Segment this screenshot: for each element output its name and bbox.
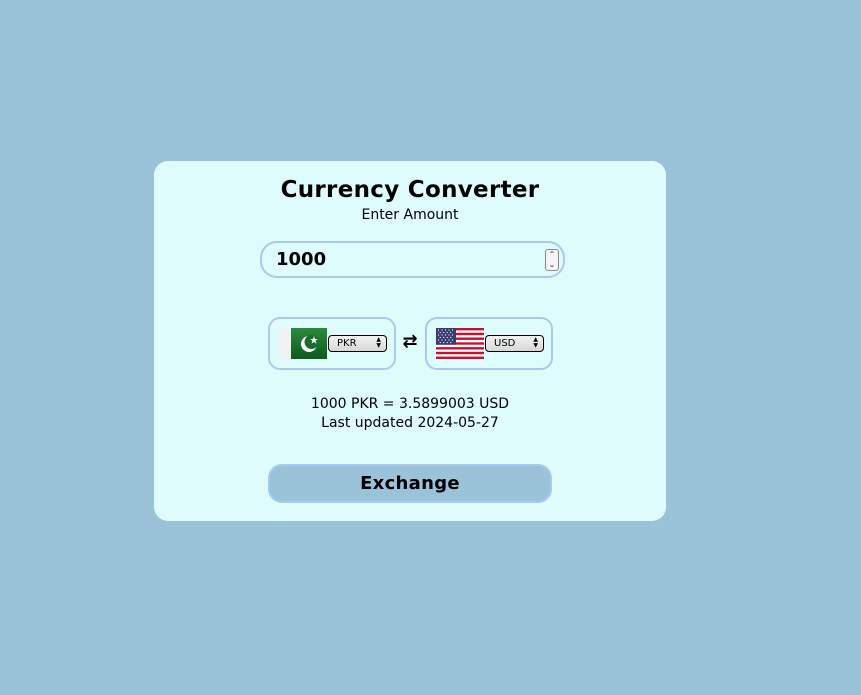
select-arrows-icon: ▲ ▼ xyxy=(376,336,381,349)
last-updated-text: Last updated 2024-05-27 xyxy=(321,415,499,431)
conversion-result: 1000 PKR = 3.5899003 USD Last updated 20… xyxy=(154,395,666,433)
select-arrows-icon: ▲ ▼ xyxy=(533,336,538,349)
amount-label: Enter Amount xyxy=(361,207,459,223)
pakistan-flag-icon xyxy=(279,328,327,359)
from-currency-value: PKR xyxy=(337,338,357,349)
conversion-text: 1000 PKR = 3.5899003 USD xyxy=(310,396,510,412)
amount-input[interactable] xyxy=(276,243,526,276)
to-currency-select[interactable]: USD ▲ ▼ xyxy=(485,335,544,352)
spinner-up-icon[interactable]: ⌃ xyxy=(546,250,558,260)
converter-card: Currency Converter Enter Amount ⌃ ⌄ PKR xyxy=(154,161,666,521)
amount-field[interactable]: ⌃ ⌄ xyxy=(260,241,565,278)
swap-arrows-icon[interactable]: ⇄ xyxy=(400,333,420,351)
usa-flag-icon xyxy=(436,328,484,359)
from-currency-select[interactable]: PKR ▲ ▼ xyxy=(328,335,387,352)
exchange-button[interactable]: Exchange xyxy=(268,464,552,503)
to-currency-value: USD xyxy=(494,338,516,349)
spinner-down-icon[interactable]: ⌄ xyxy=(546,260,558,270)
number-spinner[interactable]: ⌃ ⌄ xyxy=(545,249,559,271)
from-currency-box: PKR ▲ ▼ xyxy=(268,317,396,370)
to-currency-box: USD ▲ ▼ xyxy=(425,317,553,370)
app-title: Currency Converter xyxy=(280,177,540,203)
